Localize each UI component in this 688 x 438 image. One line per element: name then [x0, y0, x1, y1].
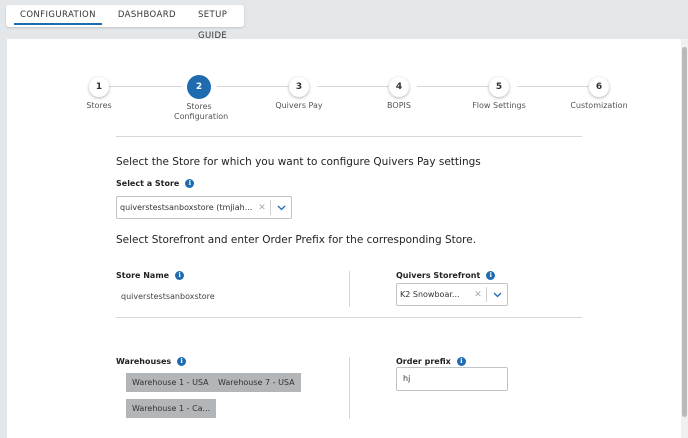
close-icon[interactable]: ✕ [254, 203, 270, 213]
step-number: 5 [489, 77, 509, 97]
order-prefix-input[interactable]: hj [396, 367, 508, 391]
info-icon[interactable]: i [456, 357, 466, 366]
step-stores-configuration[interactable]: 2 Stores Configuration [159, 75, 239, 122]
step-label: BOPIS [387, 101, 411, 110]
warehouses-label: Warehouses i [116, 357, 187, 366]
info-icon[interactable]: i [486, 271, 496, 280]
step-customization[interactable]: 6 Customization [559, 77, 639, 111]
scrollbar-thumb[interactable] [682, 47, 687, 417]
tab-dashboard[interactable]: DASHBOARD [112, 5, 182, 27]
store-select-value: quiverstestsanboxstore (tmjiah... [120, 203, 253, 212]
storefront-label: Quivers Storefront i [396, 271, 496, 280]
store-section-title: Select the Store for which you want to c… [116, 156, 481, 168]
step-number: 2 [187, 75, 211, 99]
warehouse-chip[interactable]: Warehouse 1 - Ca... [126, 399, 217, 418]
order-prefix-label-text: Order prefix [396, 357, 451, 366]
column-divider [349, 357, 350, 419]
step-label: Stores [86, 101, 112, 110]
step-number: 4 [389, 77, 409, 97]
step-label: Stores Configuration [174, 102, 229, 121]
info-icon[interactable]: i [177, 357, 187, 366]
storefront-section-title: Select Storefront and enter Order Prefix… [116, 234, 477, 246]
warehouses-label-text: Warehouses [116, 357, 172, 366]
select-store-label: Select a Store i [116, 179, 195, 188]
store-name-label-text: Store Name [116, 271, 170, 280]
step-label: Quivers Pay [275, 101, 323, 110]
order-prefix-label: Order prefix i [396, 357, 466, 366]
chevron-down-icon[interactable] [487, 284, 507, 305]
step-bopis[interactable]: 4 BOPIS [359, 77, 439, 111]
step-quivers-pay[interactable]: 3 Quivers Pay [259, 77, 339, 111]
warehouse-chip[interactable]: Warehouse 1 - USA [126, 373, 215, 392]
info-icon[interactable]: i [175, 271, 185, 280]
step-number: 3 [289, 77, 309, 97]
warehouse-chip[interactable]: Warehouse 7 - USA [212, 373, 301, 392]
step-stores[interactable]: 1 Stores [59, 77, 139, 111]
storefront-select[interactable]: K2 Snowboar... ✕ [396, 283, 508, 306]
chevron-down-icon[interactable] [271, 197, 291, 218]
close-icon[interactable]: ✕ [470, 290, 486, 300]
configuration-card: 1 Stores 2 Stores Configuration 3 Quiver… [7, 39, 681, 438]
step-number: 6 [589, 77, 609, 97]
step-label: Customization [570, 101, 628, 110]
tab-configuration[interactable]: CONFIGURATION [14, 5, 102, 27]
section-divider [116, 136, 582, 137]
tab-setup-guide[interactable]: SETUP GUIDE [192, 5, 234, 41]
store-select[interactable]: quiverstestsanboxstore (tmjiah... ✕ [116, 196, 292, 219]
storefront-select-value: K2 Snowboar... [400, 290, 460, 299]
step-number: 1 [89, 77, 109, 97]
store-name-label: Store Name i [116, 271, 185, 280]
storefront-label-text: Quivers Storefront [396, 271, 481, 280]
step-flow-settings[interactable]: 5 Flow Settings [459, 77, 539, 111]
section-divider [116, 317, 582, 318]
top-tab-bar: CONFIGURATION DASHBOARD SETUP GUIDE [6, 5, 244, 41]
column-divider [349, 271, 350, 307]
stepper: 1 Stores 2 Stores Configuration 3 Quiver… [7, 39, 681, 129]
step-label: Flow Settings [472, 101, 526, 110]
store-name-value: quiverstestsanboxstore [121, 292, 215, 301]
info-icon[interactable]: i [185, 179, 195, 188]
scrollbar[interactable] [681, 39, 688, 438]
select-store-label-text: Select a Store [116, 179, 180, 188]
